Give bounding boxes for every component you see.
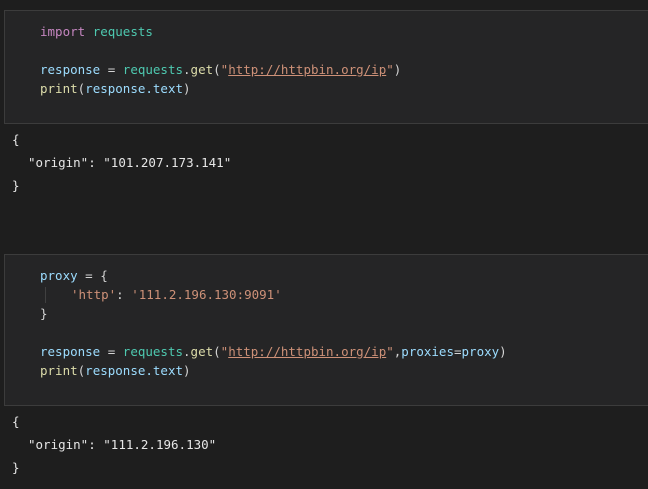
dot: . (183, 344, 191, 359)
indent-guide (45, 287, 46, 303)
paren-open: ( (213, 344, 221, 359)
code-line-brace-close: } (40, 306, 48, 322)
keyword-import: import (40, 24, 86, 39)
url-link[interactable]: http://httpbin.org/ip (228, 344, 386, 359)
code-cell-1[interactable]: import requests response = requests.get(… (4, 10, 648, 124)
argument: response.text (85, 81, 184, 96)
code-line-print: print(response.text) (40, 363, 191, 379)
object-requests: requests (122, 62, 184, 77)
paren-close: ) (183, 81, 191, 96)
paren-close: ) (183, 363, 191, 378)
dict-key: 'http' (71, 287, 117, 302)
variable-response: response (40, 344, 101, 359)
output-open-brace: { (12, 132, 20, 147)
kwarg-value-proxy: proxy (461, 344, 500, 359)
code-line-proxy-entry: 'http': '111.2.196.130:9091' (71, 287, 282, 303)
output-close-brace: } (12, 178, 20, 193)
object-requests: requests (122, 344, 184, 359)
output-colon: : (88, 437, 104, 452)
output-colon: : (88, 155, 104, 170)
output-origin-line: "origin": "101.207.173.141" (28, 155, 231, 171)
operator: = (100, 344, 123, 359)
string-quote: " (386, 344, 394, 359)
paren-open: ( (213, 62, 221, 77)
function-print: print (40, 363, 78, 378)
module-name: requests (92, 24, 153, 39)
url-link[interactable]: http://httpbin.org/ip (228, 62, 386, 77)
brace-open: { (100, 268, 108, 283)
output-key: "origin" (28, 155, 89, 170)
function-print: print (40, 81, 78, 96)
string-quote: " (386, 62, 394, 77)
paren-close: ) (393, 62, 402, 77)
operator: = (77, 268, 101, 283)
operator: = (100, 62, 123, 77)
output-origin-line: "origin": "111.2.196.130" (28, 437, 216, 453)
code-cell-2[interactable]: proxy = { 'http': '111.2.196.130:9091' }… (4, 254, 648, 406)
code-line-request: response = requests.get( "http://httpbin.… (40, 62, 401, 78)
code-line-request-proxy: response = requests.get( "http://httpbin.… (40, 344, 507, 360)
output-key: "origin" (28, 437, 89, 452)
dict-value: '111.2.196.130:9091' (131, 287, 282, 302)
output-value: "101.207.173.141" (103, 155, 232, 170)
brace-close: } (40, 306, 48, 321)
colon: : (116, 287, 132, 302)
output-value: "111.2.196.130" (103, 437, 217, 452)
code-line-import: import requests (40, 24, 153, 40)
variable-response: response (40, 62, 101, 77)
code-line-print: print(response.text) (40, 81, 191, 97)
paren-close: ) (499, 344, 507, 359)
function-get: get (190, 62, 214, 77)
code-line-proxy: proxy = { (40, 268, 108, 284)
argument: response.text (85, 363, 184, 378)
dot: . (183, 62, 191, 77)
output-open-brace: { (12, 414, 20, 429)
operator: = (453, 344, 462, 359)
kwarg-proxies: proxies (401, 344, 454, 359)
variable-proxy: proxy (40, 268, 78, 283)
output-close-brace: } (12, 460, 20, 475)
function-get: get (190, 344, 214, 359)
